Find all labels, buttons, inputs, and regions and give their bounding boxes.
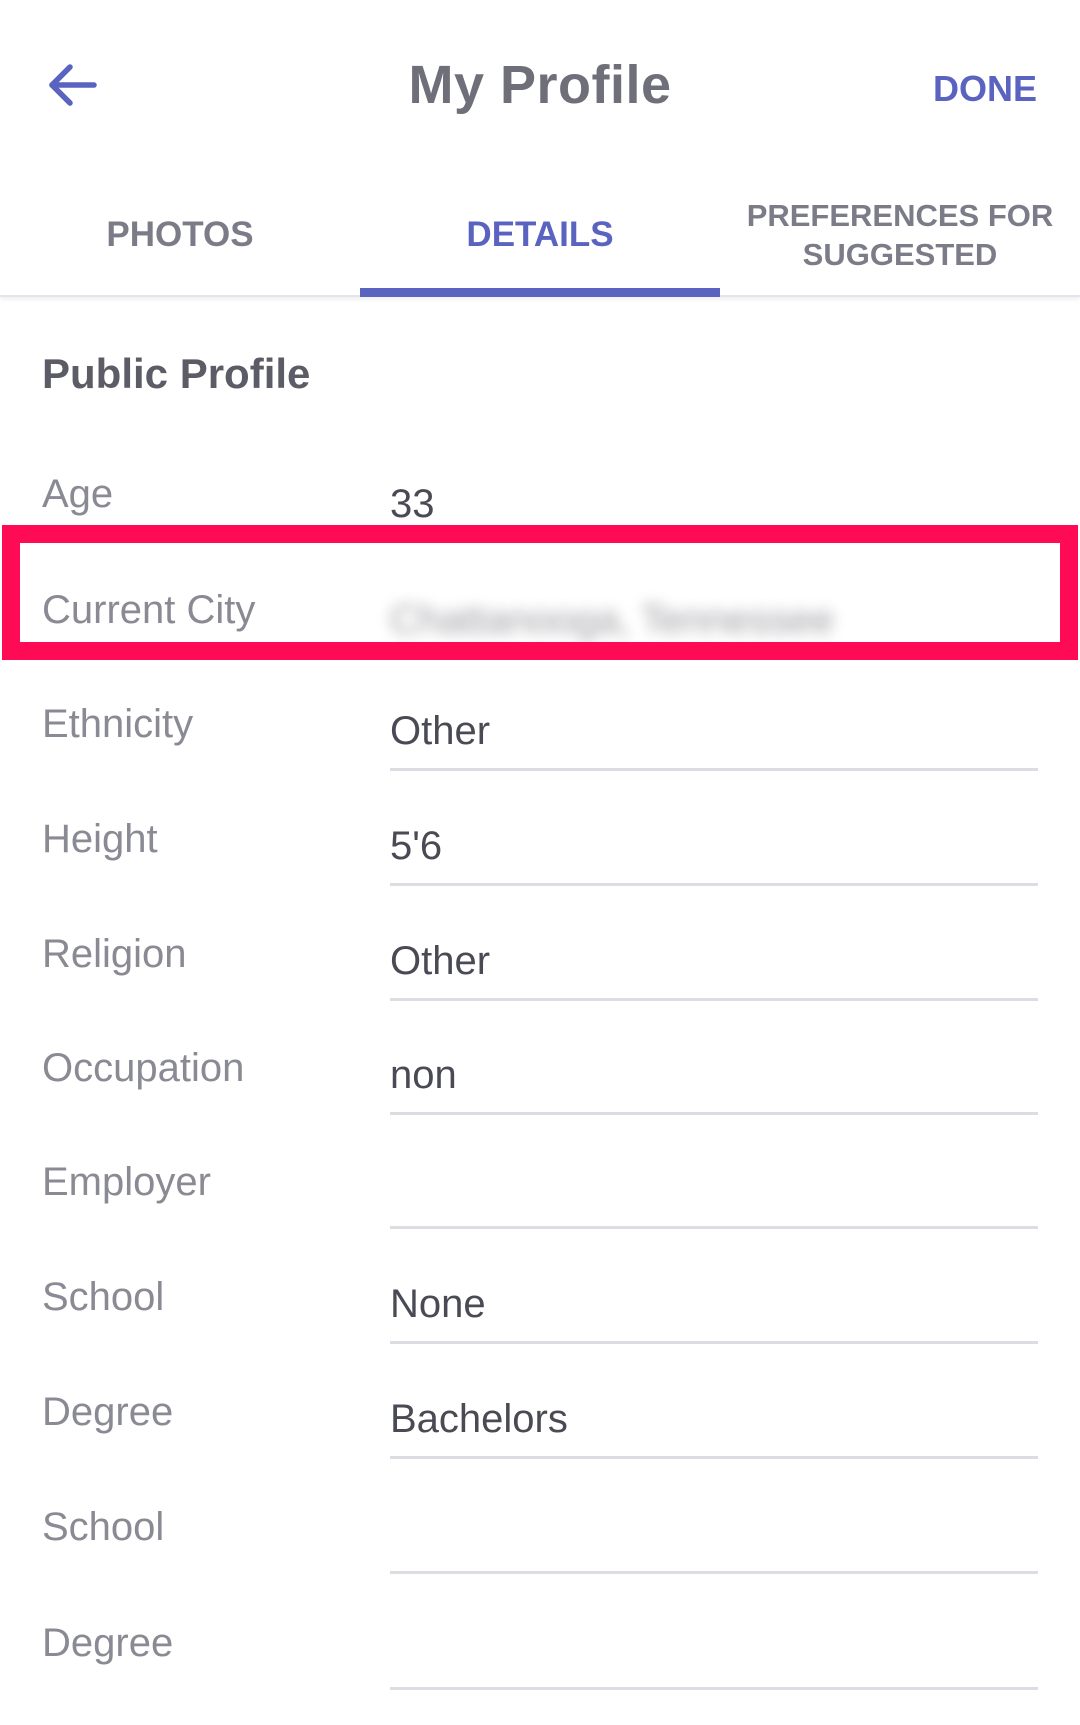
field-row-degree-2: Degree bbox=[0, 1582, 1080, 1700]
field-row-ethnicity: Ethnicity Other bbox=[0, 663, 1080, 781]
field-value: 33 bbox=[390, 482, 435, 526]
field-row-religion: Religion Other bbox=[0, 893, 1080, 1011]
field-row-employer: Employer bbox=[0, 1121, 1080, 1239]
employer-field[interactable] bbox=[390, 1156, 1038, 1229]
occupation-field[interactable]: non bbox=[390, 1042, 1038, 1115]
field-row-school-2: School bbox=[0, 1466, 1080, 1584]
degree-2-field[interactable] bbox=[390, 1617, 1038, 1690]
field-label: Religion bbox=[42, 932, 187, 976]
field-row-height: Height 5'6 bbox=[0, 778, 1080, 896]
field-row-school: School None bbox=[0, 1236, 1080, 1354]
active-tab-indicator bbox=[360, 288, 720, 297]
ethnicity-field[interactable]: Other bbox=[390, 698, 1038, 771]
tab-details[interactable]: DETAILS bbox=[360, 175, 720, 297]
field-value: 5'6 bbox=[390, 824, 443, 868]
field-value: Bachelors bbox=[390, 1397, 568, 1441]
field-row-degree: Degree Bachelors bbox=[0, 1351, 1080, 1469]
field-row-age: Age 33 bbox=[0, 433, 1080, 551]
field-row-occupation: Occupation non bbox=[0, 1007, 1080, 1125]
field-row-current-city: Current City Chattanooga, Tennessee bbox=[0, 549, 1080, 667]
field-value: None bbox=[390, 1282, 486, 1326]
tab-preferences-label: PREFERENCES FOR SUGGESTED bbox=[746, 198, 1054, 272]
done-button[interactable]: DONE bbox=[933, 68, 1037, 110]
field-label: Occupation bbox=[42, 1046, 245, 1090]
field-value: non bbox=[390, 1053, 457, 1097]
app-header: My Profile DONE bbox=[0, 0, 1080, 175]
page-title: My Profile bbox=[408, 55, 672, 115]
field-value: Other bbox=[390, 939, 491, 983]
field-value: Chattanooga, Tennessee bbox=[390, 598, 835, 642]
field-label: Ethnicity bbox=[42, 702, 194, 746]
height-field[interactable]: 5'6 bbox=[390, 813, 1038, 886]
field-label: Age bbox=[42, 472, 114, 516]
school-2-field[interactable] bbox=[390, 1501, 1038, 1574]
field-value: Other bbox=[390, 709, 491, 753]
tab-preferences[interactable]: PREFERENCES FOR SUGGESTED bbox=[720, 175, 1080, 295]
current-city-field[interactable]: Chattanooga, Tennessee bbox=[390, 587, 1038, 657]
age-value-field: 33 bbox=[390, 471, 1038, 541]
religion-field[interactable]: Other bbox=[390, 928, 1038, 1001]
tab-photos[interactable]: PHOTOS bbox=[0, 175, 360, 295]
field-label: Employer bbox=[42, 1160, 211, 1204]
section-title: Public Profile bbox=[42, 350, 311, 397]
field-label: School bbox=[42, 1275, 165, 1319]
field-label: Current City bbox=[42, 588, 256, 632]
tab-bar: PHOTOS DETAILS PREFERENCES FOR SUGGESTED bbox=[0, 175, 1080, 297]
tab-photos-label: PHOTOS bbox=[106, 215, 254, 254]
field-label: School bbox=[42, 1505, 165, 1549]
tab-details-label: DETAILS bbox=[466, 215, 614, 254]
field-label: Height bbox=[42, 817, 158, 861]
field-label: Degree bbox=[42, 1390, 174, 1434]
degree-field[interactable]: Bachelors bbox=[390, 1386, 1038, 1459]
field-label: Degree bbox=[42, 1621, 174, 1665]
school-field[interactable]: None bbox=[390, 1271, 1038, 1344]
